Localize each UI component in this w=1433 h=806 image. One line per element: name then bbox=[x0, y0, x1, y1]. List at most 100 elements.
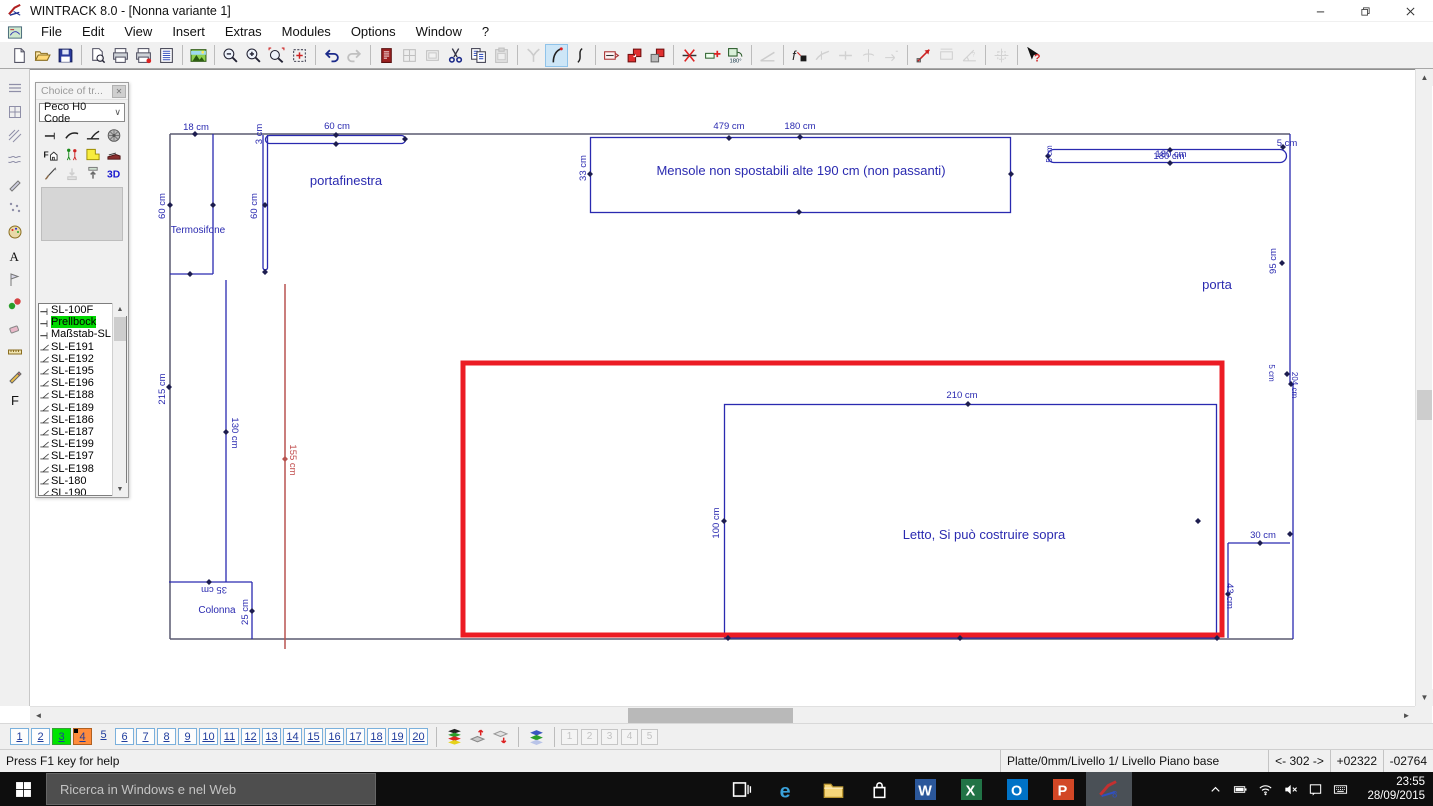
background-image-icon[interactable] bbox=[187, 44, 210, 67]
page-button-15[interactable]: 15 bbox=[304, 728, 323, 745]
menu-item-modules[interactable]: Modules bbox=[272, 24, 341, 39]
page-button-5[interactable]: 5 bbox=[94, 726, 113, 743]
dots-icon[interactable] bbox=[4, 197, 26, 218]
page-button-17[interactable]: 17 bbox=[346, 728, 365, 745]
knife-icon[interactable] bbox=[4, 173, 26, 194]
wintrack-taskbar-icon[interactable]: 8 bbox=[1086, 772, 1132, 806]
page-button-14[interactable]: 14 bbox=[283, 728, 302, 745]
menu-item-edit[interactable]: Edit bbox=[72, 24, 114, 39]
zoom-out-icon[interactable] bbox=[219, 44, 242, 67]
page-button-12[interactable]: 12 bbox=[241, 728, 260, 745]
curve-track-icon[interactable] bbox=[61, 126, 82, 145]
start-button[interactable] bbox=[0, 772, 46, 806]
vertical-scroll-thumb[interactable] bbox=[1417, 390, 1432, 420]
panel-close-icon[interactable]: ✕ bbox=[112, 85, 126, 98]
touch-keyboard-icon[interactable] bbox=[1328, 772, 1353, 806]
vertical-scrollbar[interactable]: ▲ ▼ bbox=[1415, 69, 1432, 706]
page-button-9[interactable]: 9 bbox=[178, 728, 197, 745]
print-preview-icon[interactable] bbox=[86, 44, 109, 67]
menu-item-window[interactable]: Window bbox=[406, 24, 472, 39]
scroll-right-arrow[interactable]: ► bbox=[1398, 707, 1415, 724]
page-button-16[interactable]: 16 bbox=[325, 728, 344, 745]
menu-item-help[interactable]: ? bbox=[472, 24, 499, 39]
selection-rectangle[interactable] bbox=[463, 363, 1222, 635]
layer-up-icon[interactable] bbox=[466, 725, 489, 748]
taskbar-clock[interactable]: 23:55 28/09/2015 bbox=[1353, 775, 1433, 804]
undo-icon[interactable] bbox=[320, 44, 343, 67]
print-icon[interactable] bbox=[109, 44, 132, 67]
horizontal-scrollbar[interactable]: ◄ ► bbox=[30, 706, 1415, 723]
part-list-scrollbar[interactable]: ▲ ▼ bbox=[112, 303, 126, 496]
plan-label[interactable]: Colonna bbox=[198, 605, 236, 616]
plan-label[interactable]: 215 cm bbox=[157, 373, 168, 404]
plan-label[interactable]: 33 cm bbox=[578, 155, 589, 181]
restore-button[interactable] bbox=[1343, 0, 1388, 22]
file-explorer-icon[interactable] bbox=[810, 772, 856, 806]
pencil-icon[interactable] bbox=[4, 365, 26, 386]
plan-label[interactable]: 130 cm bbox=[229, 417, 240, 448]
zoom-in-icon[interactable] bbox=[242, 44, 265, 67]
turntable-icon[interactable] bbox=[103, 126, 124, 145]
cut-icon[interactable] bbox=[444, 44, 467, 67]
layers-icon[interactable] bbox=[443, 725, 466, 748]
context-help-icon[interactable]: ? bbox=[1022, 44, 1045, 67]
plan-label[interactable]: 5 cm bbox=[1277, 138, 1298, 149]
taskbar-search-input[interactable]: Ricerca in Windows e nel Web bbox=[46, 773, 376, 805]
powerpoint-icon[interactable]: P bbox=[1040, 772, 1086, 806]
plan-label[interactable]: 95 cm bbox=[1268, 248, 1279, 274]
menu-item-extras[interactable]: Extras bbox=[215, 24, 272, 39]
task-view-icon[interactable] bbox=[718, 772, 764, 806]
turnout-icon[interactable] bbox=[82, 126, 103, 145]
page-button-20[interactable]: 20 bbox=[409, 728, 428, 745]
new-file-icon[interactable] bbox=[8, 44, 31, 67]
close-button[interactable] bbox=[1388, 0, 1433, 22]
ruler-icon[interactable] bbox=[4, 341, 26, 362]
track-template-icon[interactable] bbox=[600, 44, 623, 67]
page-button-11[interactable]: 11 bbox=[220, 728, 239, 745]
list-scroll-up-arrow[interactable]: ▲ bbox=[113, 303, 127, 316]
plan-label[interactable]: 100 cm bbox=[711, 507, 722, 538]
drawing-canvas[interactable]: 18 cm3 cm60 cm60 cm60 cm479 cm180 cm33 c… bbox=[30, 69, 1415, 706]
measure-icon[interactable] bbox=[912, 44, 935, 67]
plan-label[interactable]: 35 cm bbox=[201, 584, 227, 595]
page-button-13[interactable]: 13 bbox=[262, 728, 281, 745]
plan-nodes[interactable] bbox=[166, 131, 1294, 641]
menu-item-file[interactable]: File bbox=[31, 24, 72, 39]
action-center-icon[interactable] bbox=[1303, 772, 1328, 806]
zoom-fit-icon[interactable] bbox=[288, 44, 311, 67]
plan-label[interactable]: 155 cm bbox=[287, 444, 298, 475]
accessories-icon[interactable]: F bbox=[40, 145, 61, 164]
open-file-icon[interactable] bbox=[31, 44, 54, 67]
menu-item-options[interactable]: Options bbox=[341, 24, 406, 39]
outlook-icon[interactable]: O bbox=[994, 772, 1040, 806]
menu-item-view[interactable]: View bbox=[114, 24, 162, 39]
layer-down-icon[interactable] bbox=[489, 725, 512, 748]
plan-label[interactable]: 18 cm bbox=[183, 122, 209, 133]
straight-track-icon[interactable] bbox=[40, 126, 61, 145]
flex-track-icon[interactable] bbox=[568, 44, 591, 67]
store-icon[interactable] bbox=[856, 772, 902, 806]
text-tool-icon[interactable]: A bbox=[4, 245, 26, 266]
radiator-outline[interactable] bbox=[170, 134, 213, 274]
excel-icon[interactable]: X bbox=[948, 772, 994, 806]
word-icon[interactable]: W bbox=[902, 772, 948, 806]
page-button-4[interactable]: 4 bbox=[73, 728, 92, 745]
scenery-icon[interactable] bbox=[40, 164, 61, 183]
page-button-18[interactable]: 18 bbox=[367, 728, 386, 745]
corner-pocket-outline[interactable] bbox=[1228, 543, 1290, 638]
page-button-19[interactable]: 19 bbox=[388, 728, 407, 745]
print-pages-icon[interactable] bbox=[132, 44, 155, 67]
grid-pattern-icon[interactable] bbox=[4, 101, 26, 122]
horizontal-scroll-thumb[interactable] bbox=[628, 708, 793, 723]
flex-function-icon[interactable]: f bbox=[788, 44, 811, 67]
layers-visible-icon[interactable] bbox=[525, 725, 548, 748]
chevron-up-icon[interactable] bbox=[1203, 772, 1228, 806]
hatch-icon[interactable] bbox=[4, 125, 26, 146]
scroll-up-arrow[interactable]: ▲ bbox=[1416, 69, 1433, 86]
view-3d-icon[interactable]: 3D bbox=[103, 164, 124, 183]
battery-icon[interactable] bbox=[1228, 772, 1253, 806]
curve-tool-icon[interactable] bbox=[545, 44, 568, 67]
plan-label[interactable]: 5 cm bbox=[1045, 145, 1054, 163]
plan-label[interactable]: 5 cm bbox=[1267, 364, 1276, 382]
wave-icon[interactable] bbox=[4, 149, 26, 170]
